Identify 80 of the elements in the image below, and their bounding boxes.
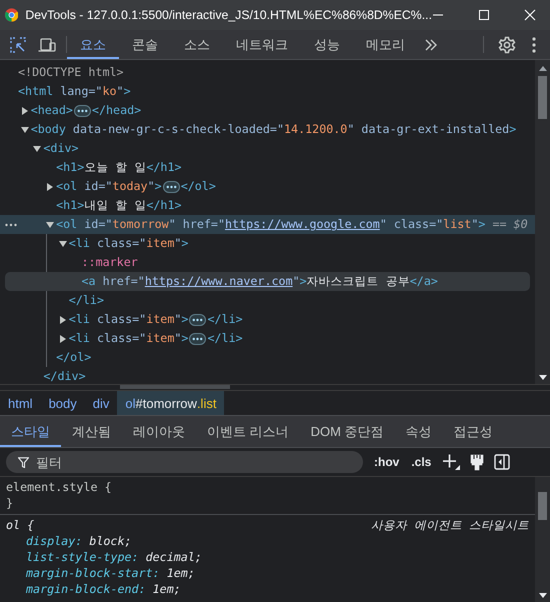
sidebar-tab[interactable]: 계산됨 <box>61 416 122 447</box>
toolbar-button[interactable]: :hov <box>373 455 400 469</box>
ellipsis-icon[interactable] <box>189 314 206 326</box>
expand-triangle-icon[interactable] <box>46 182 54 190</box>
collapse-triangle-icon[interactable] <box>33 144 42 152</box>
css-value: 1em; <box>166 565 195 581</box>
collapse-triangle-icon[interactable] <box>46 220 54 228</box>
dom-tree-node[interactable]: <ol id="today"> </ol> <box>0 177 535 196</box>
dom-tree-node[interactable]: <li class="item"> <box>0 234 535 253</box>
dom-tree-node[interactable]: <head> </head> <box>0 101 535 120</box>
dom-tree-node[interactable]: <a href="https://www.naver.com">자바스크립트 공부</a> <box>5 272 530 291</box>
dom-tree-node[interactable]: ::marker <box>0 253 535 272</box>
collapse-triangle-icon[interactable] <box>20 126 29 134</box>
scrollbar-thumb[interactable] <box>538 76 547 119</box>
toolbar-button[interactable]: .cls <box>410 455 432 469</box>
scroll-up-icon[interactable] <box>538 66 546 71</box>
ellipsis-icon[interactable] <box>189 332 206 344</box>
css-value: decimal; <box>146 549 202 565</box>
sidebar-tab[interactable]: 접근성 <box>442 416 504 447</box>
css-property: display: <box>26 533 82 549</box>
ellipsis-icon[interactable] <box>162 180 180 192</box>
dom-tree-node[interactable]: <li class="item"> </li> <box>0 329 535 348</box>
window-title: DevTools - 127.0.0.1:5500/interactive_JS/10.HTML%EC%86%8D%EC%... <box>25 8 432 22</box>
breadcrumb[interactable]: ol#tomorrow.list <box>117 391 224 415</box>
breadcrumb[interactable]: body <box>40 391 85 415</box>
panel-tab[interactable]: 메모리 <box>353 30 418 59</box>
scrollbar-thumb[interactable] <box>538 492 547 520</box>
closing-tag: </ol> <box>0 348 535 367</box>
settings-icon[interactable] <box>498 36 516 54</box>
sidebar-tab[interactable]: 이벤트 리스너 <box>196 416 300 447</box>
chrome-logo-icon <box>5 7 18 23</box>
css-value: 1em; <box>152 581 181 597</box>
dom-tree-node[interactable]: <html lang="ko"> <box>0 82 535 101</box>
dom-tree-node[interactable]: <ol id="tomorrow" href="https://www.google.com" class="list"> == $0 <box>0 215 535 234</box>
expand-triangle-icon[interactable] <box>58 334 67 342</box>
dom-tree-node[interactable]: <h1>오늘 할 일</h1> <box>0 158 535 177</box>
panel-tab[interactable]: 소스 <box>171 30 223 59</box>
panel-tab[interactable]: 성능 <box>301 30 353 59</box>
dom-tree-node[interactable]: <h1>내일 할 일</h1> <box>0 196 535 215</box>
breadcrumb[interactable]: html <box>0 391 41 415</box>
device-toolbar-icon[interactable] <box>38 36 56 52</box>
css-value: block; <box>89 533 132 549</box>
breadcrumb[interactable]: div <box>84 391 118 415</box>
dom-tree-node[interactable]: <body data-new-gr-c-s-check-loaded="14.1200.0" data-gr-ext-installed> <box>0 120 535 139</box>
more-icon[interactable] <box>5 223 17 227</box>
closing-tag: </li> <box>0 291 535 310</box>
panel-tab[interactable]: 콘솔 <box>119 30 171 59</box>
filter-icon <box>18 457 29 468</box>
more-tabs-icon[interactable] <box>424 38 438 50</box>
new-rule-icon[interactable] <box>442 454 460 470</box>
link[interactable]: https://www.naver.com <box>144 272 293 291</box>
sidebar-tab[interactable]: 레이아웃 <box>122 416 196 447</box>
sidebar-toggle-icon[interactable] <box>494 454 510 470</box>
panel-tab[interactable]: 네트워크 <box>223 30 301 59</box>
ellipsis-icon[interactable] <box>74 104 91 116</box>
close-icon[interactable] <box>524 9 536 21</box>
collapse-triangle-icon[interactable] <box>58 240 67 248</box>
dom-tree-node[interactable]: <li class="item"> </li> <box>0 310 535 329</box>
expand-triangle-icon[interactable] <box>20 106 29 114</box>
scroll-down-icon[interactable] <box>538 593 546 598</box>
sidebar-tab[interactable]: DOM 중단점 <box>300 416 395 447</box>
maximize-icon[interactable] <box>478 9 490 21</box>
scroll-down-icon[interactable] <box>538 375 546 380</box>
inspect-icon[interactable] <box>10 36 26 52</box>
css-selector: element.style { <box>6 479 112 495</box>
css-property: list-style-type: <box>26 549 139 565</box>
expand-triangle-icon[interactable] <box>58 316 67 324</box>
link[interactable]: https://www.google.com <box>225 215 380 234</box>
closing-brace: } <box>6 495 14 511</box>
closing-tag: </div> <box>0 367 535 384</box>
stylesheet-source: 사용자 에이전트 스타일시트 <box>370 517 529 533</box>
css-property: margin-block-start: <box>26 565 160 581</box>
dom-tree-node[interactable]: <!DOCTYPE html> <box>0 63 535 82</box>
css-property: margin-block-end: <box>26 581 146 597</box>
css-selector: ol { <box>6 517 34 533</box>
menu-icon[interactable] <box>532 36 536 52</box>
sidebar-tab[interactable]: 속성 <box>394 416 443 447</box>
dom-tree-node[interactable]: <div> <box>0 139 535 158</box>
paint-brush-icon[interactable] <box>470 454 484 470</box>
filter-field[interactable]: 필터 <box>6 451 363 473</box>
